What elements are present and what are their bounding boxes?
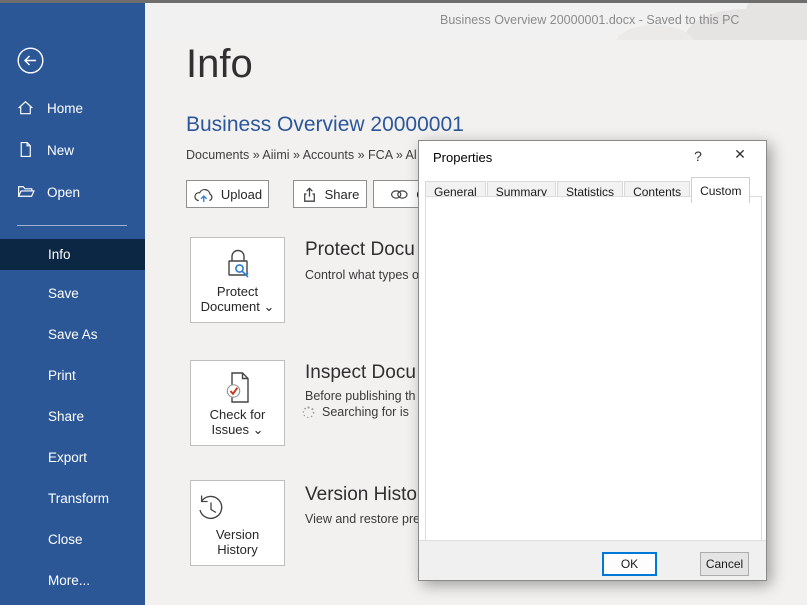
version-section-heading: Version Histo [305, 484, 417, 506]
check-issues-label-line1: Check for [191, 407, 284, 422]
close-icon: ✕ [734, 146, 746, 162]
inspect-section-description: Before publishing th [305, 389, 416, 403]
back-arrow-icon [17, 47, 44, 74]
inspect-section-heading: Inspect Docu [305, 362, 416, 384]
version-history-label-line2: History [191, 542, 284, 557]
properties-dialog: Properties ? ✕ General Summary Statistic… [418, 140, 767, 581]
protect-document-label-line2: Document ⌄ [191, 299, 284, 315]
version-history-label-line1: Version [191, 527, 284, 542]
new-document-icon [17, 141, 34, 158]
share-button-label: Share [325, 187, 360, 202]
backstage-sidebar: Home New Open Info Save Save As Print [0, 3, 145, 605]
ok-button[interactable]: OK [602, 552, 657, 576]
sidebar-item-export[interactable]: Export [48, 450, 87, 468]
sidebar-item-print[interactable]: Print [48, 368, 76, 386]
sidebar-item-label: New [47, 143, 74, 158]
sidebar-item-label: Home [47, 101, 83, 116]
version-history-button[interactable]: Version History [190, 480, 285, 566]
cancel-button[interactable]: Cancel [700, 552, 749, 576]
protect-document-label-line1: Protect [191, 284, 284, 299]
protect-document-button[interactable]: Protect Document ⌄ [190, 237, 285, 323]
dialog-title: Properties [433, 150, 492, 165]
sidebar-item-transform[interactable]: Transform [48, 491, 109, 509]
home-icon [17, 99, 34, 116]
titlebar: Business Overview 20000001.docx - Saved … [145, 3, 807, 40]
sidebar-item-more[interactable]: More... [48, 573, 90, 591]
dialog-help-button[interactable]: ? [689, 148, 707, 166]
open-folder-icon [17, 183, 35, 200]
sidebar-item-share[interactable]: Share [48, 409, 84, 427]
dialog-footer: OK Cancel [419, 540, 766, 580]
protect-section-description: Control what types o [305, 268, 419, 282]
upload-button[interactable]: Upload [186, 180, 269, 208]
sidebar-item-home[interactable]: Home [0, 99, 145, 119]
searching-spinner-icon [302, 406, 315, 419]
word-backstage-window: Business Overview 20000001.docx - Saved … [0, 0, 807, 605]
dialog-close-button[interactable]: ✕ [727, 146, 753, 168]
version-section-description: View and restore pre [305, 512, 420, 526]
inspect-document-icon [191, 369, 284, 407]
custom-tab-page [425, 196, 762, 541]
check-for-issues-button[interactable]: Check for Issues ⌄ [190, 360, 285, 446]
sidebar-item-new[interactable]: New [0, 141, 145, 161]
titlebar-cloud-decoration [615, 25, 695, 40]
share-icon [301, 186, 318, 203]
link-icon [390, 188, 409, 201]
protect-section-heading: Protect Docu [305, 239, 415, 261]
page-title: Info [186, 42, 253, 87]
document-title: Business Overview 20000001 [186, 113, 464, 137]
tab-custom[interactable]: Custom [691, 177, 750, 203]
sidebar-item-label: Open [47, 185, 80, 200]
back-button[interactable] [17, 47, 44, 74]
sidebar-item-save-as[interactable]: Save As [48, 327, 98, 345]
breadcrumb: Documents » Aiimi » Accounts » FCA » Al [186, 148, 417, 162]
titlebar-document-title: Business Overview 20000001.docx - Saved … [440, 13, 739, 27]
sidebar-item-info-selected[interactable]: Info [0, 239, 145, 270]
upload-cloud-icon [193, 186, 214, 203]
inspect-section-status: Searching for is [322, 405, 409, 419]
check-issues-label-line2: Issues ⌄ [191, 422, 284, 438]
sidebar-item-save[interactable]: Save [48, 286, 79, 304]
upload-button-label: Upload [221, 187, 262, 202]
sidebar-item-label: Info [48, 247, 71, 262]
sidebar-item-close[interactable]: Close [48, 532, 83, 550]
share-button[interactable]: Share [293, 180, 367, 208]
version-history-icon [191, 489, 284, 527]
sidebar-item-open[interactable]: Open [0, 183, 145, 203]
sidebar-divider [17, 225, 127, 226]
lock-key-icon [191, 246, 284, 284]
